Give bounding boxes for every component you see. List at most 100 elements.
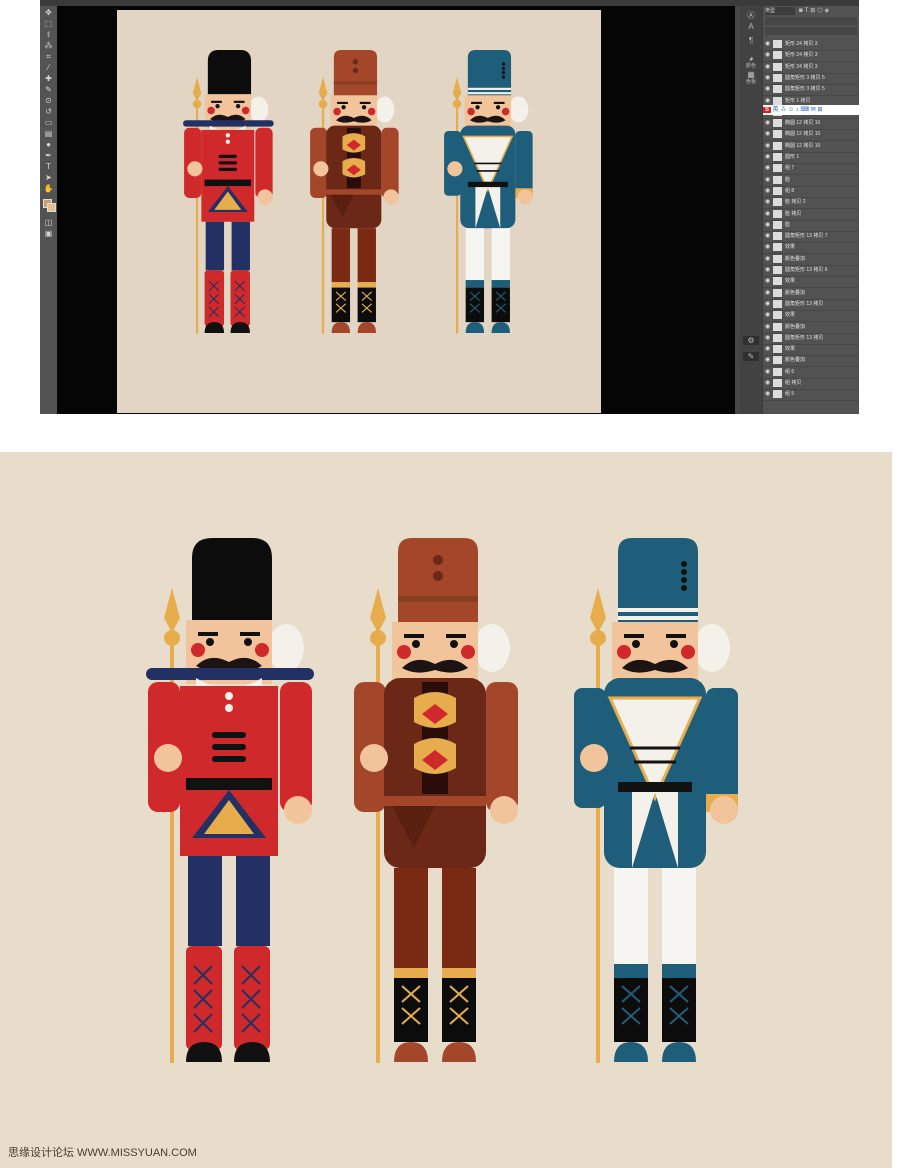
pen-tool-icon[interactable]: ✒ [43,151,54,160]
color-panel-label: 颜色 [745,63,756,69]
adjust-panel-icon[interactable]: ⚙ [743,336,759,345]
layer-name: 颜色叠加 [785,255,806,262]
layer-thumbnail [773,322,782,331]
layer-thumbnail [773,311,782,320]
layer-name: 组 8 [785,187,795,194]
eye-icon[interactable]: ◉ [765,162,770,174]
layer-name: 效果 [785,244,796,251]
layer-thumbnail [773,62,782,71]
gradient-tool-icon[interactable]: ▤ [43,129,54,138]
layer-thumbnail [773,277,782,286]
eraser-tool-icon[interactable]: ▭ [43,118,54,127]
quick-mask-icon[interactable]: ◫ [43,218,54,227]
eye-icon[interactable]: ◉ [765,309,770,321]
eye-icon[interactable]: ◉ [765,174,770,186]
eye-icon[interactable]: ◉ [765,38,770,50]
layer-row[interactable]: ◉ 组 5 [763,388,859,402]
layer-thumbnail [773,130,782,139]
nutcracker-brown [353,537,519,1064]
history-brush-tool-icon[interactable]: ↺ [43,107,54,116]
type-tool-icon[interactable]: T [43,162,54,171]
layer-name: 圆角矩形 13 拷贝 [785,300,824,307]
healing-tool-icon[interactable]: ✚ [43,74,54,83]
lasso-tool-icon[interactable]: ℓ [43,30,54,39]
layer-thumbnail [773,345,782,354]
layer-filter-select[interactable]: 类型 [765,7,795,15]
layer-thumbnail [773,40,782,48]
eye-icon[interactable]: ◉ [765,72,770,84]
eye-icon[interactable]: ◉ [765,140,770,152]
path-select-tool-icon[interactable]: ➤ [43,173,54,182]
layer-name: 圆角矩形 13 拷贝 [785,334,824,341]
eye-icon[interactable]: ◉ [765,128,770,140]
path-panel-icon[interactable]: ✎ [743,352,759,361]
eye-icon[interactable]: ◉ [765,298,770,310]
layer-name: 效果 [785,346,796,353]
quick-select-tool-icon[interactable]: ⁂ [43,41,54,50]
screen-mode-icon[interactable]: ▣ [43,229,54,238]
hand-tool-icon[interactable]: ✋ [43,184,54,193]
poster: 思缘设计论坛 WWW.MISSYUAN.COM [0,452,892,1168]
dodge-tool-icon[interactable]: ● [43,140,54,149]
layer-thumbnail [773,390,782,399]
layer-name: 椭圆 12 拷贝 10 [785,120,821,127]
layer-name: 圆角矩形 13 拷贝 6 [785,267,828,273]
layer-thumbnail [773,96,782,105]
eye-icon[interactable]: ◉ [765,117,770,129]
eye-icon[interactable]: ◉ [765,264,770,276]
layer-thumbnail [773,299,782,308]
move-tool-icon[interactable]: ✥ [43,8,54,17]
eye-icon[interactable]: ◉ [765,230,770,242]
collapsed-panels: Ⓐ A ¶ ◕ 颜色 ▦ 色板 ⚙ ✎ [740,6,762,414]
eye-icon[interactable]: ◉ [765,332,770,344]
eye-icon[interactable]: ◉ [765,343,770,355]
eye-icon[interactable]: ◉ [765,275,770,287]
eye-icon[interactable]: ◉ [765,377,770,389]
eye-icon[interactable]: ◉ [765,219,770,231]
eye-icon[interactable]: ◉ [765,83,770,95]
eye-icon[interactable]: ◉ [765,196,770,208]
clone-tool-icon[interactable]: ⊙ [43,96,54,105]
layer-blend-row[interactable] [765,17,857,25]
eye-icon[interactable]: ◉ [765,61,770,73]
eye-icon[interactable]: ◉ [765,151,770,163]
background-color-swatch[interactable] [47,203,56,212]
eyedropper-tool-icon[interactable]: ⁄ [43,63,54,72]
crop-tool-icon[interactable]: ⌗ [43,52,54,61]
watermark: 思缘设计论坛 WWW.MISSYUAN.COM [8,1147,197,1159]
layer-name: 椭圆 12 拷贝 10 [785,131,821,138]
eye-icon[interactable]: ◉ [765,208,770,220]
eye-icon[interactable]: ◉ [765,366,770,378]
layer-thumbnail [773,243,782,252]
eye-icon[interactable]: ◉ [765,185,770,197]
layer-filter-icons[interactable]: ◙T⊞⬡◈ [799,7,831,14]
eye-icon[interactable]: ◉ [765,287,770,299]
tool-panel: ✥ ⬚ ℓ ⁂ ⌗ ⁄ ✚ ✎ ⊙ ↺ ▭ ▤ ● ✒ T ➤ ✋ ◫ ▣ [40,6,58,414]
marquee-tool-icon[interactable]: ⬚ [43,19,54,28]
input-method-toolbar[interactable]: S 英 ⁂ ☺ ♪ ⌨ ✉ ⊞ [763,105,859,115]
layer-name: 组 7 [785,165,795,172]
layer-thumbnail [773,209,782,218]
artboard [117,10,601,413]
photoshop-window: ✥ ⬚ ℓ ⁂ ⌗ ⁄ ✚ ✎ ⊙ ↺ ▭ ▤ ● ✒ T ➤ ✋ ◫ ▣ Ⓐ … [40,0,859,414]
layer-name: 圆角矩形 13 拷贝 7 [785,233,828,240]
character-panel-icon[interactable]: A [743,22,759,31]
nutcracker-red [145,537,315,1064]
layer-name: 颜色叠加 [785,289,806,296]
eye-icon[interactable]: ◉ [765,241,770,253]
nutcracker-teal [572,536,740,1065]
eye-icon[interactable]: ◉ [765,49,770,61]
layer-thumbnail [773,198,782,207]
history-panel-icon[interactable]: Ⓐ [743,10,759,21]
layer-thumbnail [773,367,782,376]
layer-lock-row[interactable] [765,27,857,35]
eye-icon[interactable]: ◉ [765,388,770,400]
eye-icon[interactable]: ◉ [765,253,770,265]
eye-icon[interactable]: ◉ [765,321,770,333]
brush-tool-icon[interactable]: ✎ [43,85,54,94]
layer-thumbnail [773,73,782,82]
layer-name: 矩形 24 拷贝 3 [785,41,818,47]
paragraph-panel-icon[interactable]: ¶ [743,36,759,45]
eye-icon[interactable]: ◉ [765,354,770,366]
layer-thumbnail [773,141,782,150]
